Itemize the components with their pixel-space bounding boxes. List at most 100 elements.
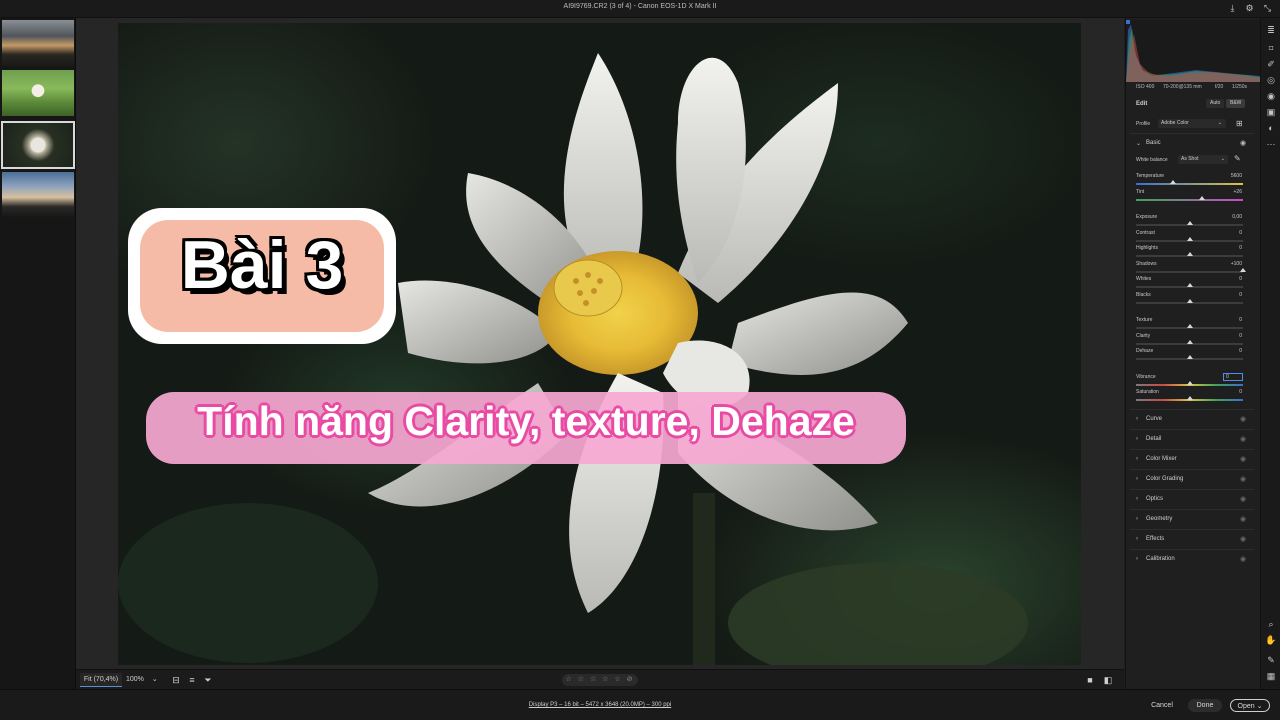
slider-handle[interactable]: [1186, 283, 1193, 287]
slider-handle[interactable]: [1186, 340, 1193, 344]
slider-track[interactable]: [1136, 183, 1243, 185]
sort-icon[interactable]: ≡: [186, 674, 198, 686]
slider-value-field[interactable]: 0,00: [1212, 214, 1242, 220]
slider-handle[interactable]: [1186, 324, 1193, 328]
done-button[interactable]: Done: [1188, 699, 1222, 712]
histogram-graph: [1126, 20, 1260, 82]
slider-track[interactable]: [1136, 271, 1243, 273]
section-effects[interactable]: › Effects ◉: [1130, 529, 1254, 548]
zoom-select[interactable]: 100% ⌄: [126, 673, 158, 687]
section-basic[interactable]: ⌄ Basic ◉: [1130, 133, 1254, 152]
slider-value-field[interactable]: 0: [1212, 389, 1242, 395]
zoom-icon[interactable]: ⌕: [1265, 618, 1277, 630]
filmstrip-toggle-icon[interactable]: ⊟: [170, 674, 182, 686]
healing-brush-icon[interactable]: ✐: [1265, 58, 1277, 70]
eye-icon[interactable]: ◉: [1240, 435, 1246, 443]
profile-value: Adobe Color: [1161, 120, 1189, 126]
slider-handle[interactable]: [1186, 355, 1193, 359]
filmstrip-thumbnail[interactable]: [2, 70, 74, 116]
section-optics[interactable]: › Optics ◉: [1130, 489, 1254, 508]
slider-handle[interactable]: [1186, 396, 1193, 400]
white-balance-select[interactable]: As Shot ⌄: [1178, 155, 1228, 164]
slider-value-field[interactable]: 0: [1212, 333, 1242, 339]
eye-icon[interactable]: ◉: [1240, 475, 1246, 483]
grid-icon[interactable]: ▦: [1265, 670, 1277, 682]
more-icon[interactable]: ⋯: [1265, 138, 1277, 150]
slider-value-field[interactable]: 0: [1212, 245, 1242, 251]
chevron-right-icon: ›: [1136, 436, 1138, 442]
slider-value-field[interactable]: 5600: [1212, 173, 1242, 179]
fit-zoom-button[interactable]: Fit (70,4%): [80, 673, 122, 687]
profile-browser-icon[interactable]: ⊞: [1236, 119, 1243, 128]
title-bar: AI9I9769.CR2 (3 of 4) - Canon EOS-1D X M…: [0, 0, 1280, 18]
slider-value-field[interactable]: 0: [1212, 230, 1242, 236]
slider-track[interactable]: [1136, 199, 1243, 201]
slider-handle[interactable]: [1186, 381, 1193, 385]
crop-icon[interactable]: ⌗: [1265, 42, 1277, 54]
chevron-right-icon: ›: [1136, 536, 1138, 542]
open-button[interactable]: Open ⌄: [1230, 699, 1270, 712]
eye-icon[interactable]: ◉: [1240, 455, 1246, 463]
snapshots-icon[interactable]: ▣: [1265, 106, 1277, 118]
slider-handle[interactable]: [1170, 180, 1177, 184]
before-after-icon[interactable]: ◧: [1102, 674, 1114, 686]
section-geometry[interactable]: › Geometry ◉: [1130, 509, 1254, 528]
section-color-mixer[interactable]: › Color Mixer ◉: [1130, 449, 1254, 468]
slider-handle[interactable]: [1199, 196, 1206, 200]
cancel-button[interactable]: Cancel: [1145, 699, 1179, 712]
filmstrip-thumbnail-selected[interactable]: [1, 121, 75, 169]
slider-handle[interactable]: [1186, 221, 1193, 225]
edit-heading: Edit: [1136, 101, 1148, 107]
hand-icon[interactable]: ✋: [1265, 634, 1277, 646]
shutter-value: 1/250s: [1232, 84, 1248, 90]
slider-label: Dehaze: [1136, 348, 1154, 354]
subtitle-text: Tính năng Clarity, texture, Dehaze: [197, 398, 855, 444]
bw-button[interactable]: B&W: [1226, 99, 1246, 108]
eyedropper-icon[interactable]: ✎: [1234, 154, 1241, 163]
filter-icon[interactable]: ⏷: [202, 674, 214, 686]
lotus-photo[interactable]: [118, 23, 1081, 665]
presets-icon[interactable]: ◐: [1265, 122, 1277, 134]
collapse-icon[interactable]: ⤡: [1262, 3, 1273, 14]
slider-value-field[interactable]: 0: [1212, 348, 1242, 354]
section-detail[interactable]: › Detail ◉: [1130, 429, 1254, 448]
slider-value-field[interactable]: +100: [1212, 261, 1242, 267]
gear-icon[interactable]: ⚙: [1244, 3, 1255, 14]
section-curve[interactable]: › Curve ◉: [1130, 409, 1254, 428]
filmstrip-thumbnail[interactable]: [2, 172, 74, 218]
masking-icon[interactable]: ◎: [1265, 74, 1277, 86]
slider-handle[interactable]: [1186, 252, 1193, 256]
sampler-icon[interactable]: ✎: [1265, 654, 1277, 666]
chevron-down-icon: ⌄: [151, 676, 158, 683]
section-basic-label: Basic: [1146, 140, 1161, 146]
eye-icon[interactable]: ◉: [1240, 495, 1246, 503]
slider-value-field[interactable]: 0: [1212, 276, 1242, 282]
slider-value-field[interactable]: 0: [1212, 292, 1242, 298]
star-rating[interactable]: ☆ ☆ ☆ ☆ ☆ ⊘: [562, 674, 638, 686]
section-calibration[interactable]: › Calibration ◉: [1130, 549, 1254, 568]
eye-icon[interactable]: ◉: [1240, 415, 1246, 423]
auto-button[interactable]: Auto: [1206, 99, 1225, 108]
chevron-right-icon: ›: [1136, 516, 1138, 522]
eye-icon[interactable]: ◉: [1240, 555, 1246, 563]
histogram: [1126, 20, 1260, 82]
profile-select[interactable]: Adobe Color ⌄: [1158, 119, 1226, 128]
single-view-icon[interactable]: ■: [1084, 674, 1096, 686]
filmstrip-thumbnail[interactable]: [2, 20, 74, 66]
eye-icon[interactable]: ◉: [1240, 139, 1246, 147]
iso-value: ISO 400: [1136, 84, 1155, 90]
slider-handle[interactable]: [1240, 268, 1246, 272]
section-label: Detail: [1146, 436, 1162, 442]
eye-icon[interactable]: ◉: [1240, 535, 1246, 543]
red-eye-icon[interactable]: ◉: [1265, 90, 1277, 102]
eye-icon[interactable]: ◉: [1240, 515, 1246, 523]
slider-value-field[interactable]: 0: [1223, 373, 1243, 381]
slider-value-field[interactable]: +26: [1212, 189, 1242, 195]
edit-sliders-icon[interactable]: ≣: [1265, 24, 1277, 36]
download-icon[interactable]: ⤓: [1227, 3, 1238, 14]
section-color-grading[interactable]: › Color Grading ◉: [1130, 469, 1254, 488]
slider-handle[interactable]: [1186, 237, 1193, 241]
slider-handle[interactable]: [1186, 299, 1193, 303]
workflow-options-link[interactable]: Display P3 – 16 bit – 5472 x 3648 (20.0M…: [0, 702, 1200, 708]
slider-value-field[interactable]: 0: [1212, 317, 1242, 323]
